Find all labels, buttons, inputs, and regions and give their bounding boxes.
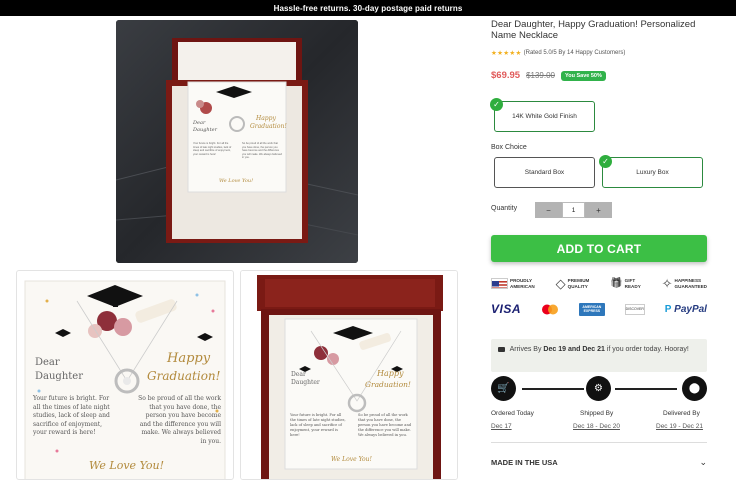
truck-icon (498, 346, 505, 352)
box-choice-label: Box Choice (491, 144, 527, 151)
amex-logo-text: AMERICAN EXPRESS (582, 305, 602, 313)
quantity-label: Quantity (491, 205, 518, 212)
main-card-right-para: So be proud of all the work that you hav… (242, 142, 282, 160)
box-selected-check-icon: ✓ (599, 155, 612, 168)
savings-badge: You Save 50% (560, 70, 606, 81)
made-in-usa-accordion[interactable]: MADE IN THE USA ⌄ (491, 457, 707, 468)
box-option-standard[interactable]: Standard Box (494, 157, 595, 188)
thumb-card-right-para: So be proud of all the work that you hav… (138, 395, 221, 445)
chevron-down-icon: ⌄ (699, 457, 707, 467)
thumb2-card-happy: Happy (377, 369, 404, 378)
diamond-icon: ◇ (555, 276, 566, 291)
promo-bar: Hassle-free returns. 30-day postage paid… (0, 0, 736, 16)
thumb-card-sign: We Love You! (89, 459, 164, 472)
rating-row[interactable]: ★★★★★ (Rated 5.0/5 By 14 Happy Customers… (491, 49, 625, 57)
happiness-icon: ✧ (661, 276, 673, 291)
discover-logo-text: DISCOVER (625, 307, 644, 311)
timeline-connector-2 (615, 388, 677, 390)
delivery-timeline: 🛒 ⚙ ⬤ (491, 376, 707, 402)
trust-badges: PROUDLY AMERICAN ◇ PREMIUM QUALITY 🎁 GIFT R… (491, 277, 707, 290)
main-card-graduation: Graduation! (250, 123, 287, 130)
promo-text: Hassle-free returns. 30-day postage paid… (273, 3, 463, 13)
thumbnail-box[interactable]: Dear Daughter Happy Graduation! Your fut… (240, 270, 458, 480)
main-card-sign: We Love You! (219, 178, 254, 184)
step-ordered-label: Ordered Today (491, 410, 534, 417)
box-standard-label: Standard Box (524, 169, 565, 176)
badge4-line2: GUARANTEED (674, 283, 707, 289)
arrives-prefix: Arrives By (509, 346, 542, 353)
badge1-line1: PROUDLY (510, 278, 533, 283)
paypal-logo: P PayPal (664, 303, 707, 315)
thumb-card-left-para: Your future is bright. For all the times… (33, 395, 110, 436)
badge-premium-quality: ◇ PREMIUM QUALITY (556, 277, 590, 290)
badge-proudly-american: PROUDLY AMERICAN (491, 277, 535, 290)
thumb-card-daughter: Daughter (35, 371, 83, 382)
step-delivered-label: Delivered By (663, 410, 700, 417)
thumb2-card-dear: Dear (291, 371, 306, 378)
payment-methods: VISA AMERICAN EXPRESS DISCOVER P PayPal (491, 302, 707, 316)
step-delivered-date: Dec 19 - Dec 21 (656, 423, 703, 430)
arrives-dates: Dec 19 and Dec 21 (543, 346, 605, 353)
quantity-increase-button[interactable]: + (585, 202, 612, 218)
main-product-image[interactable]: Dear Daughter Happy Graduation! Your fut… (116, 20, 358, 263)
timeline-connector-1 (522, 388, 584, 390)
finish-option-label: 14K White Gold Finish (512, 113, 577, 120)
mastercard-logo (541, 304, 559, 315)
quantity-decrease-button[interactable]: − (535, 202, 562, 218)
rating-text: (Rated 5.0/5 By 14 Happy Customers) (523, 50, 626, 56)
quantity-input[interactable]: 1 (562, 202, 585, 218)
quantity-stepper: − 1 + (535, 202, 612, 218)
thumb2-card-daughter: Daughter (291, 379, 320, 386)
price-original: $139.00 (526, 71, 555, 80)
finish-option-white-gold[interactable]: 14K White Gold Finish (494, 101, 595, 132)
badge2-line1: PREMIUM (567, 278, 590, 283)
badge2-line2: QUALITY (567, 283, 588, 289)
step-shipped-label: Shipped By (580, 410, 614, 417)
visa-logo: VISA (491, 302, 522, 316)
badge3-line2: READY (624, 283, 641, 289)
badge-gift-ready: 🎁 GIFT READY (610, 277, 641, 290)
arrives-suffix: if you order today. Hooray! (606, 346, 689, 353)
badge-happiness-guaranteed: ✧ HAPPINESS GUARANTEED (662, 277, 707, 290)
paypal-logo-text: PayPal (674, 303, 707, 315)
gift-icon: 🎁 (610, 277, 623, 289)
thumb-card-dear: Dear (35, 357, 60, 368)
main-card-left-para: Your future is bright. For all the times… (193, 142, 232, 156)
add-to-cart-button[interactable]: ADD TO CART (491, 235, 707, 262)
main-card-happy: Happy (256, 115, 276, 122)
rating-stars-icon: ★★★★★ (491, 50, 522, 57)
product-title: Dear Daughter, Happy Graduation! Persona… (491, 19, 696, 41)
location-pin-icon: ⬤ (682, 376, 707, 401)
thumb2-card-sign: We Love You! (331, 456, 372, 463)
price-row: $69.95 $139.00 You Save 50% (491, 70, 606, 81)
us-flag-icon (491, 278, 508, 289)
box-option-luxury[interactable]: Luxury Box (602, 157, 703, 188)
main-card-dear: Dear (193, 120, 206, 126)
thumb2-card-graduation: Graduation! (365, 380, 411, 389)
discover-logo: DISCOVER (624, 303, 645, 315)
thumb-card-happy: Happy (167, 351, 211, 366)
step-shipped-date: Dec 18 - Dec 20 (573, 423, 620, 430)
price-current: $69.95 (491, 70, 521, 81)
shipping-icon: ⚙ (586, 376, 611, 401)
delivery-estimate: Arrives By Dec 19 and Dec 21 if you orde… (491, 339, 707, 372)
amex-logo: AMERICAN EXPRESS (578, 302, 605, 316)
section-divider (491, 442, 707, 443)
thumb2-card-left-para: Your future is bright. For all the times… (290, 413, 346, 437)
made-in-usa-label: MADE IN THE USA (491, 458, 558, 467)
step-ordered-date: Dec 17 (491, 423, 512, 430)
box-luxury-label: Luxury Box (636, 169, 669, 176)
main-card-daughter: Daughter (193, 127, 217, 133)
thumb-card-graduation: Graduation! (147, 369, 221, 383)
thumbnail-card[interactable]: Dear Daughter Happy Graduation! Your fut… (16, 270, 234, 480)
cart-icon: 🛒 (491, 376, 516, 401)
finish-selected-check-icon: ✓ (490, 98, 503, 111)
badge1-line2: AMERICAN (510, 283, 535, 289)
thumb2-card-right-para: So be proud of all the work that you hav… (358, 413, 412, 437)
